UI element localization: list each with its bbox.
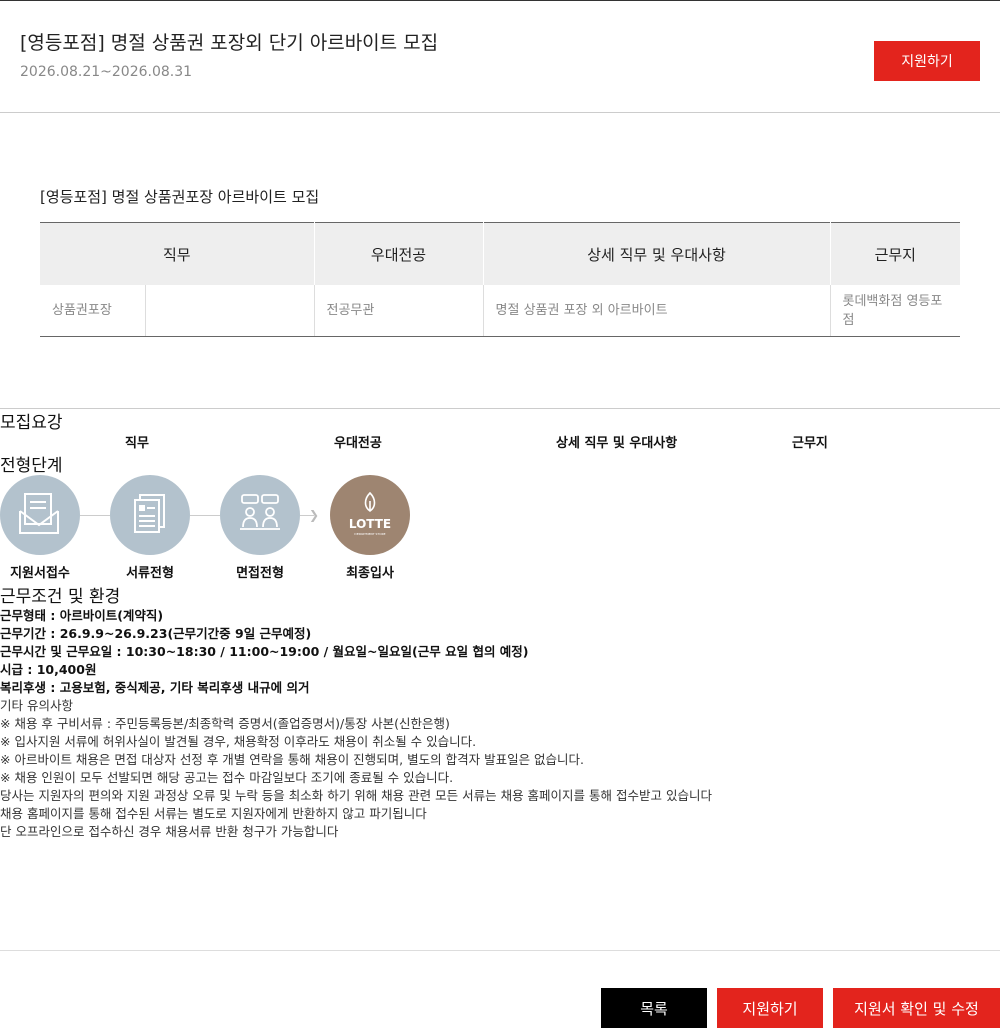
apply-button[interactable]: 지원하기	[717, 988, 823, 1028]
list-button[interactable]: 목록	[601, 988, 707, 1028]
step-connector	[190, 515, 220, 516]
step-label-final: 최종입사	[346, 566, 394, 581]
cell-detail: 명절 상품권 포장 외 아르바이트	[483, 285, 831, 337]
recruit-col-location: 근무지	[792, 436, 828, 451]
recruit-col-job: 직무	[125, 436, 149, 451]
step-interview-circle	[220, 475, 300, 555]
recruit-col-major: 우대전공	[334, 436, 382, 451]
step-label-apply: 지원서접수	[10, 566, 70, 581]
chevron-right-icon: ❯	[309, 508, 320, 522]
document-icon	[134, 494, 165, 533]
conditions-title: 근무조건 및 환경	[0, 587, 121, 607]
interview-icon	[240, 494, 280, 530]
note-line: ※ 입사지원 서류에 허위사실이 발견될 경우, 채용확정 이후라도 채용이 취…	[0, 734, 477, 749]
note-line: ※ 채용 후 구비서류 : 주민등록등본/최종학력 증명서(졸업증명서)/통장 …	[0, 716, 450, 731]
envelope-document-icon	[19, 493, 59, 534]
note-line: ※ 채용 인원이 모두 선발되면 해당 공고는 접수 마감일보다 조기에 종료될…	[0, 770, 454, 785]
step-final-circle: LOTTE DEPARTMENT STORE	[330, 475, 410, 555]
step-label-document: 서류전형	[126, 566, 174, 581]
recruit-title: 모집요강	[0, 413, 63, 433]
lotte-logo-icon: LOTTE DEPARTMENT STORE	[349, 491, 391, 536]
cell-location: 롯데백화점 영등포점	[830, 285, 961, 337]
section-title: [영등포점] 명절 상품권포장 아르바이트 모집	[40, 188, 320, 206]
cell-job-sub	[145, 285, 315, 337]
header-divider	[0, 112, 1000, 113]
step-label-interview: 면접전형	[236, 566, 284, 581]
svg-text:LOTTE: LOTTE	[349, 517, 391, 531]
step-connector	[80, 515, 110, 516]
col-header-major: 우대전공	[314, 222, 484, 285]
note-line: ※ 아르바이트 채용은 면접 대상자 선정 후 개별 연락을 통해 채용이 진행…	[0, 752, 585, 767]
cell-job: 상품권포장	[40, 285, 146, 337]
step-apply-circle	[0, 475, 80, 555]
condition-work-period: 근무기간 : 26.9.9~26.9.23(근무기간중 9일 근무예정)	[0, 626, 312, 641]
note-line: 단 오프라인으로 접수하신 경우 채용서류 반환 청구가 가능합니다	[0, 824, 339, 839]
top-border	[0, 0, 1000, 1]
job-table-header-row: 직무 우대전공 상세 직무 및 우대사항 근무지	[40, 222, 961, 285]
notes-title: 기타 유의사항	[0, 698, 73, 713]
header-apply-button[interactable]: 지원하기	[874, 41, 980, 81]
process-title: 전형단계	[0, 456, 63, 476]
condition-benefits: 복리후생 : 고용보험, 중식제공, 기타 복리후생 내규에 의거	[0, 680, 310, 695]
svg-text:DEPARTMENT STORE: DEPARTMENT STORE	[354, 532, 385, 536]
col-header-location: 근무지	[830, 222, 961, 285]
footer-divider	[0, 950, 1000, 951]
table-row: 상품권포장 전공무관 명절 상품권 포장 외 아르바이트 롯데백화점 영등포점	[40, 285, 961, 337]
col-header-detail: 상세 직무 및 우대사항	[483, 222, 831, 285]
step-document-circle	[110, 475, 190, 555]
note-line: 당사는 지원자의 편의와 지원 과정상 오류 및 누락 등을 최소화 하기 위해…	[0, 788, 712, 803]
posting-date-range: 2026.08.21~2026.08.31	[20, 64, 193, 80]
note-line: 채용 홈페이지를 통해 접수된 서류는 별도로 지원자에게 반환하지 않고 파기…	[0, 806, 427, 821]
cell-major: 전공무관	[314, 285, 484, 337]
condition-work-type: 근무형태 : 아르바이트(계약직)	[0, 608, 164, 623]
content-divider	[0, 408, 1000, 409]
check-application-button[interactable]: 지원서 확인 및 수정	[833, 988, 1000, 1028]
posting-title: [영등포점] 명절 상품권 포장외 단기 아르바이트 모집	[20, 32, 439, 54]
col-header-job: 직무	[40, 222, 315, 285]
recruit-col-detail: 상세 직무 및 우대사항	[556, 436, 678, 451]
job-table: 직무 우대전공 상세 직무 및 우대사항 근무지 상품권포장 전공무관 명절 상…	[40, 222, 961, 337]
condition-wage: 시급 : 10,400원	[0, 662, 97, 677]
condition-work-hours: 근무시간 및 근무요일 : 10:30~18:30 / 11:00~19:00 …	[0, 644, 529, 659]
